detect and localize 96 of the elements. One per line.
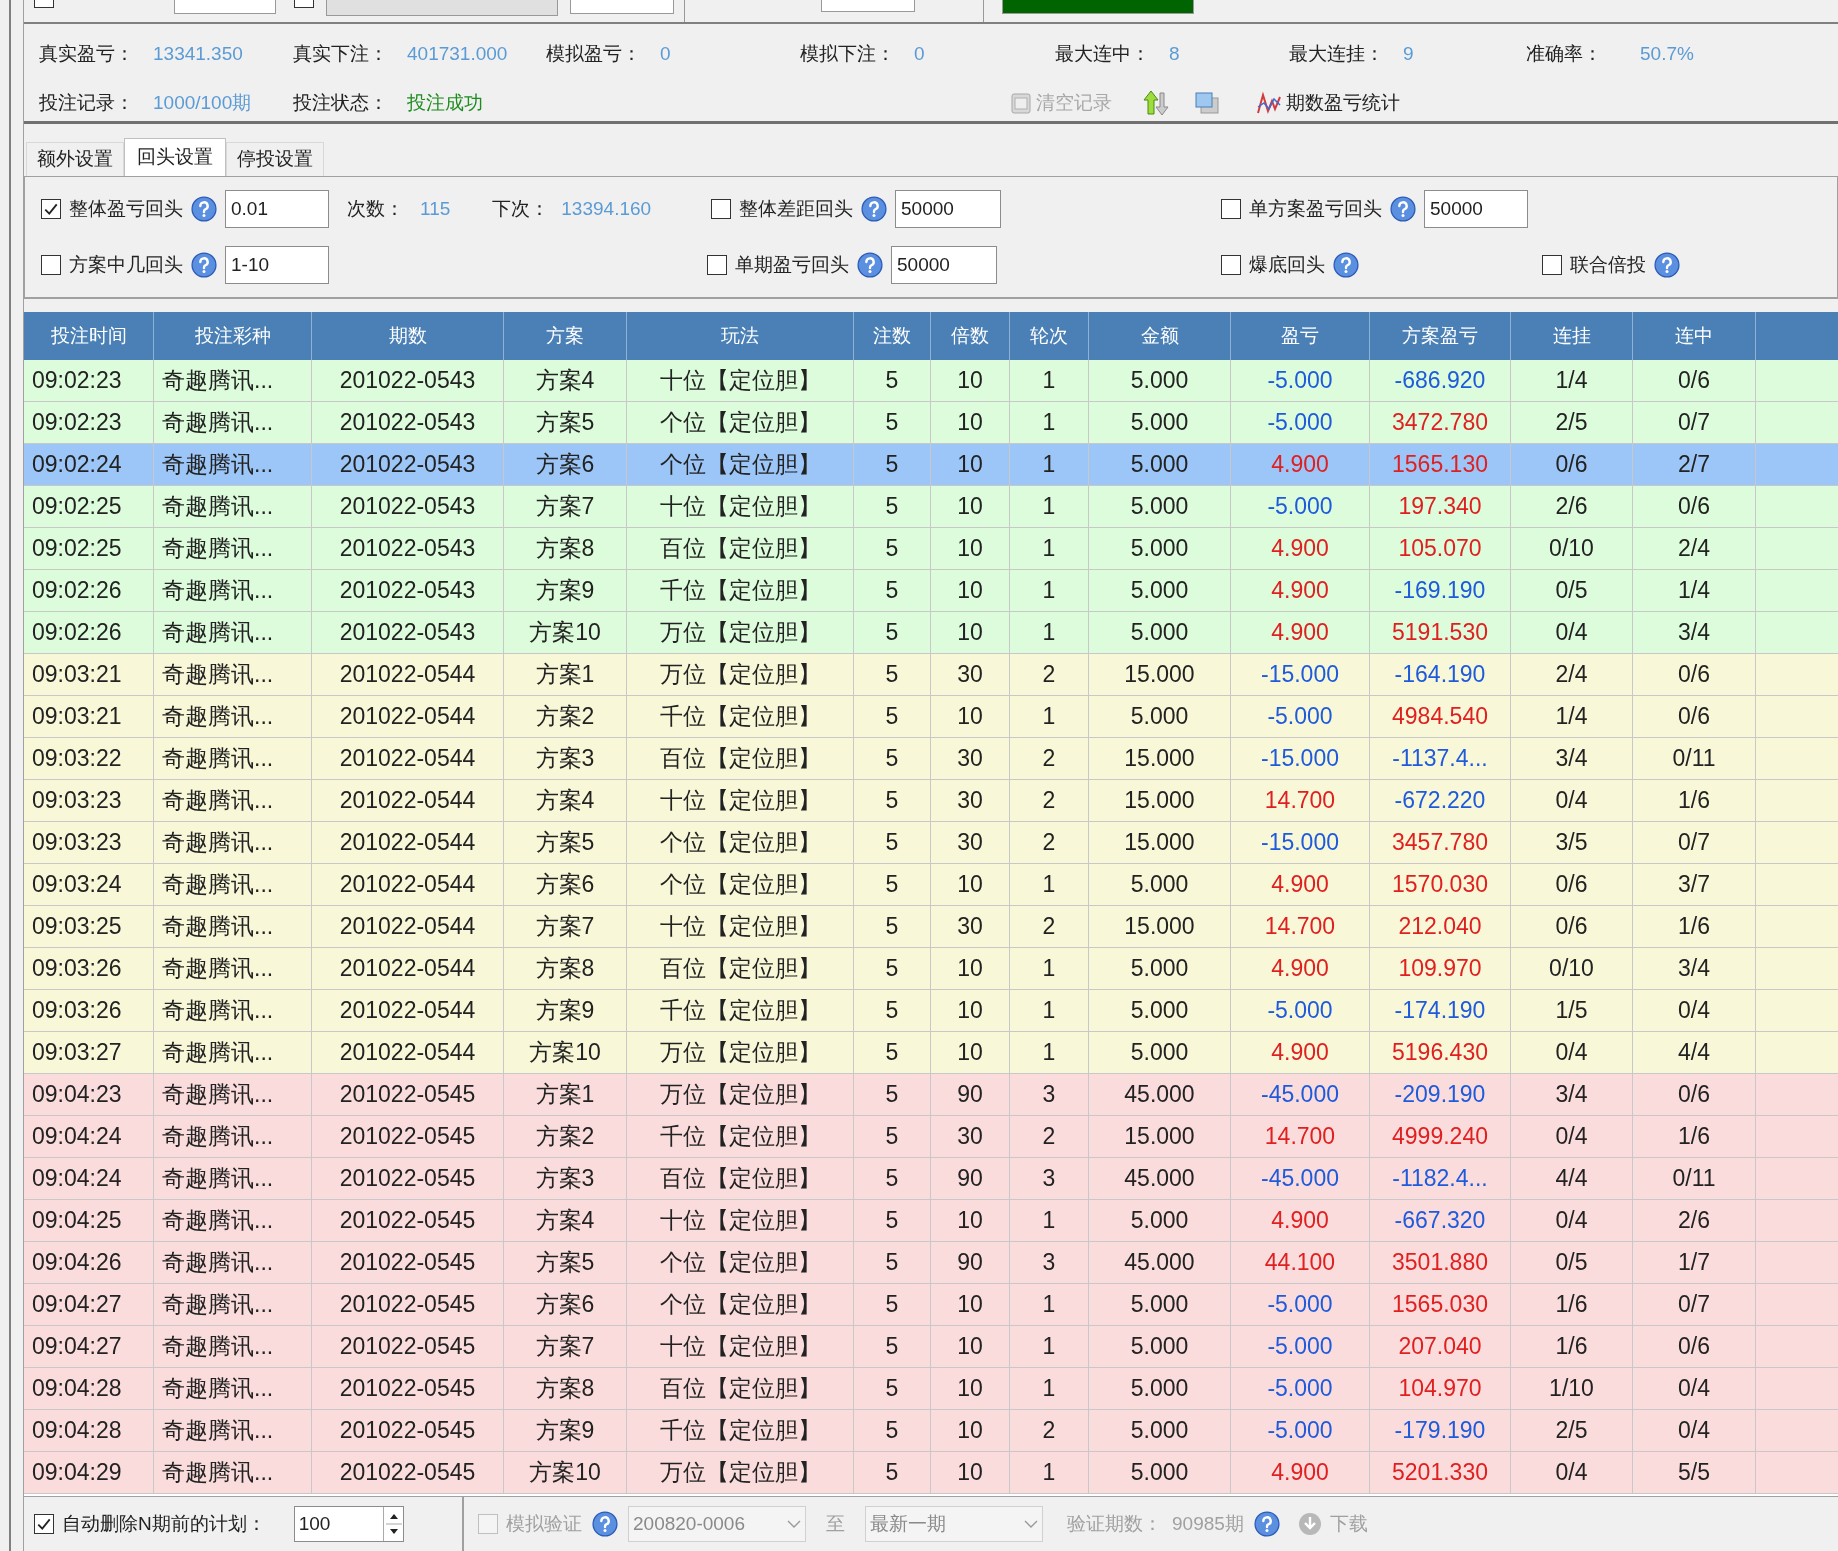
- input-field[interactable]: 1-10: [225, 246, 329, 284]
- checkbox[interactable]: [41, 199, 61, 219]
- checkbox[interactable]: [34, 0, 54, 8]
- checkbox-label: 单方案盈亏回头: [1249, 196, 1382, 221]
- stat-value: 8: [1169, 42, 1180, 66]
- table-row[interactable]: 09:03:27 奇趣腾讯... 201022-0544 方案10 万位【定位胆】 5 10 1 5.000 4.900 5196.430 0/4 4/4: [24, 1032, 1838, 1074]
- trash-icon: [1010, 90, 1032, 115]
- field-value: 115: [420, 196, 451, 221]
- help-icon[interactable]: [191, 252, 217, 278]
- tab[interactable]: 回头设置: [124, 138, 226, 176]
- table-row[interactable]: 09:03:26 奇趣腾讯... 201022-0544 方案8 百位【定位胆】 5 10 1 5.000 4.900 109.970 0/10 3/4: [24, 948, 1838, 990]
- table-row[interactable]: 09:04:29 奇趣腾讯... 201022-0545 方案10 万位【定位胆】 5 10 1 5.000 4.900 5201.330 0/4 5/5: [24, 1452, 1838, 1494]
- checkbox-label: 爆底回头: [1249, 252, 1325, 277]
- tab[interactable]: 额外设置: [26, 142, 124, 176]
- checkbox[interactable]: [41, 255, 61, 275]
- table-row[interactable]: 09:03:24 奇趣腾讯... 201022-0544 方案6 个位【定位胆】 5 10 1 5.000 4.900 1570.030 0/6 3/7: [24, 864, 1838, 906]
- checkbox[interactable]: [34, 1514, 54, 1534]
- help-icon[interactable]: [191, 196, 217, 222]
- table-row[interactable]: 09:04:24 奇趣腾讯... 201022-0545 方案3 百位【定位胆】 5 90 3 45.000 -45.000 -1182.4... 4/4 0/11: [24, 1158, 1838, 1200]
- stat-value: 50.7%: [1640, 42, 1694, 66]
- download-icon: [1297, 1512, 1322, 1536]
- table-row[interactable]: 09:02:26 奇趣腾讯... 201022-0543 方案10 万位【定位胆】 5 10 1 5.000 4.900 5191.530 0/4 3/4: [24, 612, 1838, 654]
- table-row[interactable]: 09:03:23 奇趣腾讯... 201022-0544 方案4 十位【定位胆】 5 30 2 15.000 14.700 -672.220 0/4 1/6: [24, 780, 1838, 822]
- checkbox[interactable]: [1542, 255, 1562, 275]
- checkbox[interactable]: [294, 0, 314, 8]
- stat-label: 最大连挂：: [1289, 42, 1385, 66]
- table-row[interactable]: 09:04:28 奇趣腾讯... 201022-0545 方案8 百位【定位胆】 5 10 1 5.000 -5.000 104.970 1/10 0/4: [24, 1368, 1838, 1410]
- input-field[interactable]: 0.01: [225, 190, 329, 228]
- range-label: 至: [826, 1511, 845, 1536]
- checkbox[interactable]: [707, 255, 727, 275]
- sort-arrows-icon[interactable]: [1142, 88, 1170, 117]
- line-chart-icon: [1256, 90, 1282, 115]
- stat-value: 0: [914, 42, 925, 66]
- chevron-icon: [787, 1519, 801, 1529]
- field-value: 13394.160: [561, 196, 652, 221]
- checkbox[interactable]: [1221, 255, 1241, 275]
- help-icon[interactable]: [1253, 1511, 1280, 1537]
- table-row[interactable]: 09:03:21 奇趣腾讯... 201022-0544 方案2 千位【定位胆】 5 10 1 5.000 -5.000 4984.540 1/4 0/6: [24, 696, 1838, 738]
- table-row[interactable]: 09:02:23 奇趣腾讯... 201022-0543 方案5 个位【定位胆】 5 10 1 5.000 -5.000 3472.780 2/5 0/7: [24, 402, 1838, 444]
- checkbox[interactable]: [1221, 199, 1241, 219]
- table-row[interactable]: 09:04:27 奇趣腾讯... 201022-0545 方案7 十位【定位胆】 5 10 1 5.000 -5.000 207.040 1/6 0/6: [24, 1326, 1838, 1368]
- stat-value: 13341.350: [153, 42, 243, 66]
- table-row[interactable]: 09:03:22 奇趣腾讯... 201022-0544 方案3 百位【定位胆】 5 30 2 15.000 -15.000 -1137.4... 3/4 0/11: [24, 738, 1838, 780]
- checkbox-label: 整体盈亏回头: [69, 196, 183, 221]
- stat-label: 真实下注：: [293, 42, 389, 66]
- help-icon[interactable]: [1333, 252, 1359, 278]
- help-icon[interactable]: [1390, 196, 1416, 222]
- help-icon[interactable]: [592, 1511, 618, 1537]
- chevron-icon: [1024, 1519, 1038, 1529]
- number-spinner[interactable]: 100: [293, 1506, 404, 1542]
- table-row[interactable]: 09:04:27 奇趣腾讯... 201022-0545 方案6 个位【定位胆】 5 10 1 5.000 -5.000 1565.030 1/6 0/7: [24, 1284, 1838, 1326]
- input-field[interactable]: 50000: [1424, 190, 1528, 228]
- field-label: 次数：: [347, 196, 404, 221]
- table-row[interactable]: 09:04:24 奇趣腾讯... 201022-0545 方案2 千位【定位胆】 5 30 2 15.000 14.700 4999.240 0/4 1/6: [24, 1116, 1838, 1158]
- stat-label: 投注记录：: [39, 90, 135, 115]
- field-label: 验证期数：: [1067, 1511, 1162, 1536]
- checkbox-label: 单期盈亏回头: [735, 252, 849, 277]
- input-field[interactable]: 50000: [895, 190, 1001, 228]
- table-row[interactable]: 09:04:26 奇趣腾讯... 201022-0545 方案5 个位【定位胆】 5 90 3 45.000 44.100 3501.880 0/5 1/7: [24, 1242, 1838, 1284]
- checkbox-label: 整体差距回头: [739, 196, 853, 221]
- stat-label: 模拟盈亏：: [546, 42, 642, 66]
- stat-label: 模拟下注：: [800, 42, 896, 66]
- help-icon[interactable]: [861, 196, 887, 222]
- table-row[interactable]: 09:02:25 奇趣腾讯... 201022-0543 方案7 十位【定位胆】 5 10 1 5.000 -5.000 197.340 2/6 0/6: [24, 486, 1838, 528]
- help-icon[interactable]: [1654, 252, 1680, 278]
- checkbox-label: 方案中几回头: [69, 252, 183, 277]
- table-row[interactable]: 09:04:25 奇趣腾讯... 201022-0545 方案4 十位【定位胆】 5 10 1 5.000 4.900 -667.320 0/4 2/6: [24, 1200, 1838, 1242]
- table-row[interactable]: 09:04:23 奇趣腾讯... 201022-0545 方案1 万位【定位胆】 5 90 3 45.000 -45.000 -209.190 3/4 0/6: [24, 1074, 1838, 1116]
- stat-value: 0: [660, 42, 671, 66]
- table-row[interactable]: 09:03:25 奇趣腾讯... 201022-0544 方案7 十位【定位胆】 5 30 2 15.000 14.700 212.040 0/6 1/6: [24, 906, 1838, 948]
- table-row[interactable]: 09:03:21 奇趣腾讯... 201022-0544 方案1 万位【定位胆】 5 30 2 15.000 -15.000 -164.190 2/4 0/6: [24, 654, 1838, 696]
- input-field[interactable]: 50000: [891, 246, 997, 284]
- stat-label: 最大连中：: [1055, 42, 1151, 66]
- checkbox[interactable]: [711, 199, 731, 219]
- field-label: 下次：: [492, 196, 550, 221]
- checkbox-label: 联合倍投: [1570, 252, 1646, 277]
- stat-value: 401731.000: [407, 42, 508, 66]
- stat-label: 真实盈亏：: [39, 42, 135, 66]
- profit-stats-button[interactable]: 期数盈亏统计: [1256, 88, 1400, 117]
- field-value: 90985期: [1172, 1511, 1244, 1536]
- table-row[interactable]: 09:04:28 奇趣腾讯... 201022-0545 方案9 千位【定位胆】 5 10 2 5.000 -5.000 -179.190 2/5 0/4: [24, 1410, 1838, 1452]
- help-icon[interactable]: [857, 252, 883, 278]
- tab[interactable]: 停投设置: [226, 142, 324, 176]
- stat-value: 1000/100期: [153, 90, 252, 115]
- table-row[interactable]: 09:02:25 奇趣腾讯... 201022-0543 方案8 百位【定位胆】 5 10 1 5.000 4.900 105.070 0/10 2/4: [24, 528, 1838, 570]
- table-row[interactable]: 09:02:24 奇趣腾讯... 201022-0543 方案6 个位【定位胆】 5 10 1 5.000 4.900 1565.130 0/6 2/7: [24, 444, 1838, 486]
- table-row[interactable]: 09:03:26 奇趣腾讯... 201022-0544 方案9 千位【定位胆】 5 10 1 5.000 -5.000 -174.190 1/5 0/4: [24, 990, 1838, 1032]
- checkbox-label: 自动删除N期前的计划：: [62, 1511, 266, 1536]
- stat-label: 准确率：: [1526, 42, 1603, 66]
- stat-label: 投注状态：: [293, 90, 389, 115]
- table-row[interactable]: 09:03:23 奇趣腾讯... 201022-0544 方案5 个位【定位胆】 5 30 2 15.000 -15.000 3457.780 3/5 0/7: [24, 822, 1838, 864]
- stat-value: 9: [1403, 42, 1414, 66]
- table-row[interactable]: 09:02:26 奇趣腾讯... 201022-0543 方案9 千位【定位胆】 5 10 1 5.000 4.900 -169.190 0/5 1/4: [24, 570, 1838, 612]
- table-row[interactable]: 09:02:23 奇趣腾讯... 201022-0543 方案4 十位【定位胆】 5 10 1 5.000 -5.000 -686.920 1/4 0/6: [24, 360, 1838, 402]
- checkbox-label: 模拟验证: [506, 1511, 582, 1536]
- stat-value: 投注成功: [407, 90, 483, 115]
